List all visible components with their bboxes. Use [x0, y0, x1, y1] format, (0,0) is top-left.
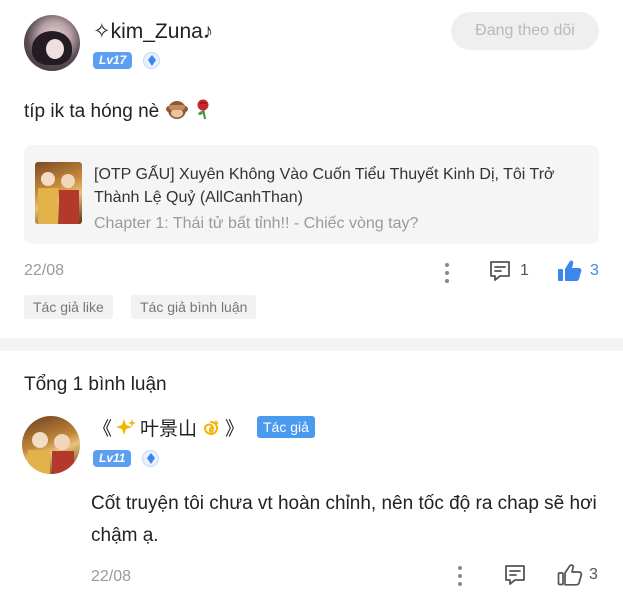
- name-suffix: 》: [225, 419, 245, 440]
- diamond-icon: [143, 52, 160, 69]
- comment-button[interactable]: 1: [488, 259, 529, 283]
- book-title: [OTP GẤU] Xuyên Không Vào Cuốn Tiểu Thuy…: [94, 166, 555, 206]
- comment-icon: [505, 565, 525, 585]
- comment-count: 1: [520, 262, 529, 279]
- user-avatar[interactable]: [24, 15, 80, 71]
- comment-date: 22/08: [91, 568, 132, 585]
- name-prefix: 《: [93, 419, 113, 440]
- name-main: 叶景山: [140, 419, 198, 440]
- author-tag: Tác giả: [257, 416, 315, 438]
- level-badge: Lv17: [93, 52, 133, 69]
- book-cover: [35, 162, 82, 224]
- like-count: 3: [590, 262, 599, 279]
- post-content: típ ik ta hóng nè: [24, 98, 214, 126]
- tag-author-liked: Tác giả like: [24, 295, 113, 319]
- comment-more-options-icon[interactable]: [455, 566, 465, 586]
- chapter-title: Chapter 1: Thái tử bất tỉnh!! - Chiếc vò…: [94, 215, 419, 232]
- post-text: típ ik ta hóng nè: [24, 101, 160, 123]
- tag-author-commented: Tác giả bình luận: [131, 295, 257, 319]
- rose-icon: [194, 98, 214, 126]
- comment-icon: [490, 261, 510, 281]
- sparkles-icon: [116, 418, 137, 435]
- section-divider: [0, 338, 623, 351]
- thumbs-up-icon: [558, 260, 582, 281]
- commenter-name[interactable]: 《 叶景山 》: [93, 414, 244, 441]
- comment-like-button[interactable]: 3: [557, 563, 598, 587]
- reply-button[interactable]: [503, 563, 527, 592]
- like-button[interactable]: 3: [557, 259, 599, 283]
- commenter-level-badge: Lv11: [93, 450, 132, 467]
- diamond-icon: [142, 450, 159, 467]
- following-button[interactable]: Đang theo dõi: [451, 12, 599, 50]
- comment-text: Cốt truyện tôi chưa vt hoàn chỉnh, nên t…: [91, 493, 597, 546]
- dizzy-icon: [204, 419, 220, 435]
- comment-like-count: 3: [589, 566, 598, 583]
- monkey-see-no-evil-icon: [165, 98, 189, 126]
- book-card[interactable]: [OTP GẤU] Xuyên Không Vào Cuốn Tiểu Thuy…: [24, 145, 599, 244]
- more-options-icon[interactable]: [442, 263, 452, 283]
- commenter-avatar[interactable]: [22, 416, 80, 474]
- post-date: 22/08: [24, 262, 65, 279]
- comment-total: Tổng 1 bình luận: [24, 374, 167, 395]
- thumbs-up-outline-icon: [557, 564, 583, 586]
- username[interactable]: ✧kim_Zuna♪: [93, 19, 213, 44]
